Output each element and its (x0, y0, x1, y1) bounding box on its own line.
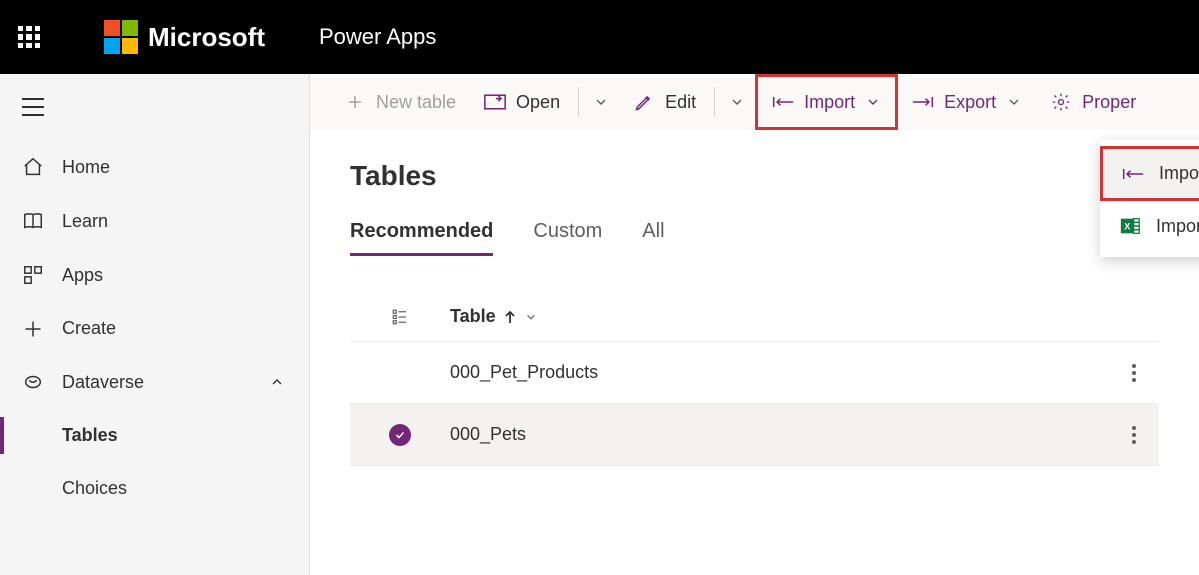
edit-button[interactable]: Edit (619, 74, 710, 130)
sidebar-item-label: Dataverse (62, 372, 144, 393)
command-label: Open (516, 92, 560, 113)
tab-custom[interactable]: Custom (533, 220, 602, 256)
tab-all[interactable]: All (642, 220, 664, 256)
import-data-menuitem[interactable]: Import data (1100, 146, 1199, 201)
tab-recommended[interactable]: Recommended (350, 220, 493, 256)
chevron-up-icon (269, 374, 285, 390)
command-bar: New table Open Edit (310, 74, 1199, 130)
column-label: Table (450, 306, 496, 327)
sidebar-item-tables[interactable]: Tables (0, 409, 309, 462)
plus-icon (22, 319, 44, 339)
table-header-row: Table (350, 296, 1159, 342)
import-button[interactable]: Import (755, 74, 898, 130)
import-icon (772, 93, 794, 111)
sidebar-item-label: Home (62, 157, 110, 178)
import-excel-menuitem[interactable]: X Import data from Excel (1100, 201, 1199, 251)
command-label: Proper (1082, 92, 1136, 113)
microsoft-logo: Microsoft (104, 20, 265, 54)
menuitem-label: Import data from Excel (1156, 216, 1199, 237)
open-chevron[interactable] (583, 94, 619, 110)
excel-icon: X (1118, 215, 1142, 237)
edit-chevron[interactable] (719, 94, 755, 110)
page-title: Tables (350, 160, 1159, 192)
main-area: New table Open Edit (310, 74, 1199, 575)
chevron-down-icon (1006, 94, 1022, 110)
command-label: New table (376, 92, 456, 113)
page-content: Tables Recommended Custom All Table (310, 130, 1199, 575)
sidebar-item-create[interactable]: Create (0, 302, 309, 355)
tabs: Recommended Custom All (350, 220, 1159, 256)
sidebar-item-choices[interactable]: Choices (0, 462, 309, 515)
column-select-header[interactable] (350, 308, 450, 326)
command-label: Import (804, 92, 855, 113)
app-name: Power Apps (319, 24, 436, 50)
open-icon (484, 93, 506, 111)
book-icon (22, 210, 44, 232)
home-icon (22, 156, 44, 178)
sidebar-item-apps[interactable]: Apps (0, 248, 309, 302)
open-button[interactable]: Open (470, 74, 574, 130)
menuitem-label: Import data (1159, 163, 1199, 184)
export-icon (912, 93, 934, 111)
row-select[interactable] (350, 424, 450, 446)
separator (578, 87, 579, 117)
apps-icon (22, 264, 44, 286)
export-button[interactable]: Export (898, 74, 1036, 130)
command-label: Export (944, 92, 996, 113)
row-more-button[interactable] (1109, 364, 1159, 382)
sidebar-item-label: Choices (62, 478, 127, 499)
command-label: Edit (665, 92, 696, 113)
column-name-header[interactable]: Table (450, 306, 1159, 327)
left-nav: Home Learn Apps Create Dataverse (0, 74, 310, 575)
table-row[interactable]: 000_Pets (350, 404, 1159, 466)
nav-collapse-button[interactable] (0, 86, 309, 140)
separator (714, 87, 715, 117)
pencil-icon (633, 92, 655, 112)
checked-icon (389, 424, 411, 446)
plus-icon (344, 93, 366, 111)
chevron-down-icon (865, 94, 881, 110)
import-icon (1121, 165, 1145, 183)
microsoft-wordmark: Microsoft (148, 22, 265, 53)
sidebar-item-dataverse[interactable]: Dataverse (0, 355, 309, 409)
table-row[interactable]: 000_Pet_Products (350, 342, 1159, 404)
microsoft-logo-icon (104, 20, 138, 54)
new-table-button[interactable]: New table (330, 74, 470, 130)
sidebar-item-label: Tables (62, 425, 118, 446)
row-more-button[interactable] (1109, 426, 1159, 444)
sidebar-item-label: Learn (62, 211, 108, 232)
dataverse-icon (22, 371, 44, 393)
app-launcher-icon[interactable] (18, 26, 40, 48)
properties-button[interactable]: Proper (1036, 74, 1150, 130)
row-name: 000_Pet_Products (450, 362, 1109, 383)
gear-icon (1050, 92, 1072, 112)
svg-text:X: X (1124, 222, 1131, 232)
global-header: Microsoft Power Apps (0, 0, 1199, 74)
sidebar-item-label: Apps (62, 265, 103, 286)
row-name: 000_Pets (450, 424, 1109, 445)
sort-asc-icon (504, 310, 516, 324)
sidebar-item-label: Create (62, 318, 116, 339)
sidebar-item-learn[interactable]: Learn (0, 194, 309, 248)
sidebar-item-home[interactable]: Home (0, 140, 309, 194)
chevron-down-icon[interactable] (524, 310, 538, 324)
import-dropdown: Import data X Import data from Excel (1100, 140, 1199, 257)
